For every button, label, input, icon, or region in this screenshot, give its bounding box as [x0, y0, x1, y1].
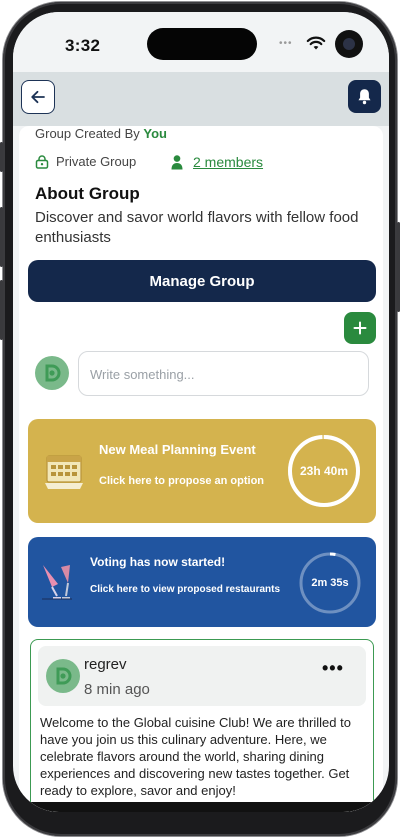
bell-icon — [358, 89, 371, 105]
voting-card[interactable]: Voting has now started! Click here to vi… — [28, 537, 376, 627]
front-camera — [335, 30, 363, 58]
volume-down-button — [0, 280, 3, 340]
about-heading: About Group — [35, 184, 140, 203]
back-button[interactable] — [21, 80, 55, 114]
voting-card-subtitle[interactable]: Click here to view proposed restaurants — [90, 584, 280, 595]
calendar-icon — [45, 455, 83, 489]
notifications-button[interactable] — [348, 80, 381, 113]
post-timestamp: 8 min ago — [84, 681, 150, 698]
about-description: Discover and savor world flavors with fe… — [35, 209, 359, 246]
group-created-by: Group Created By You — [35, 126, 167, 141]
dynamic-island — [147, 28, 257, 60]
post-author-name[interactable]: regrev — [84, 656, 127, 673]
group-content: Group Created By You Private Group 2 mem… — [19, 126, 383, 812]
voting-card-title: Voting has now started! — [90, 555, 226, 569]
event-countdown-text: 23h 40m — [299, 464, 349, 478]
post-header: regrev 8 min ago ••• — [38, 646, 366, 706]
creator-name: You — [143, 126, 167, 141]
post-more-options-button[interactable]: ••• — [322, 658, 344, 679]
app-bar — [13, 72, 389, 126]
wine-glass-icon — [42, 565, 72, 600]
signal-dots: ••• — [279, 38, 293, 49]
wifi-icon — [306, 36, 326, 50]
back-arrow-icon — [31, 90, 45, 104]
privacy-indicator: Private Group — [35, 154, 136, 169]
phone-frame: 3:32 ••• Group Created By You Private Gr… — [0, 2, 400, 836]
manage-group-button[interactable]: Manage Group — [28, 260, 376, 302]
person-icon — [171, 154, 183, 169]
mute-switch — [0, 142, 3, 172]
meal-planning-event-card[interactable]: New Meal Planning Event Click here to pr… — [28, 419, 376, 523]
event-card-title: New Meal Planning Event — [99, 442, 256, 457]
status-bar: 3:32 ••• — [13, 12, 389, 72]
user-avatar — [35, 356, 69, 390]
add-button[interactable] — [344, 312, 376, 344]
members-link-row[interactable]: 2 members — [171, 154, 263, 170]
screen: 3:32 ••• Group Created By You Private Gr… — [13, 12, 389, 812]
lock-icon — [35, 154, 49, 169]
members-link[interactable]: 2 members — [193, 154, 263, 170]
group-post: regrev 8 min ago ••• Welcome to the Glob… — [30, 639, 374, 812]
privacy-label: Private Group — [56, 154, 137, 169]
voting-countdown-text: 2m 35s — [311, 577, 349, 589]
event-card-subtitle[interactable]: Click here to propose an option — [99, 475, 264, 487]
avatar-logo-icon — [56, 667, 72, 685]
plus-icon — [353, 321, 367, 335]
avatar-logo-icon — [45, 364, 61, 382]
post-author-avatar — [46, 659, 80, 693]
bottom-bezel — [13, 802, 389, 812]
post-composer-input[interactable]: Write something... — [78, 351, 369, 396]
volume-up-button — [0, 207, 3, 267]
status-time: 3:32 — [65, 36, 101, 55]
post-body: Welcome to the Global cuisine Club! We a… — [40, 715, 351, 798]
